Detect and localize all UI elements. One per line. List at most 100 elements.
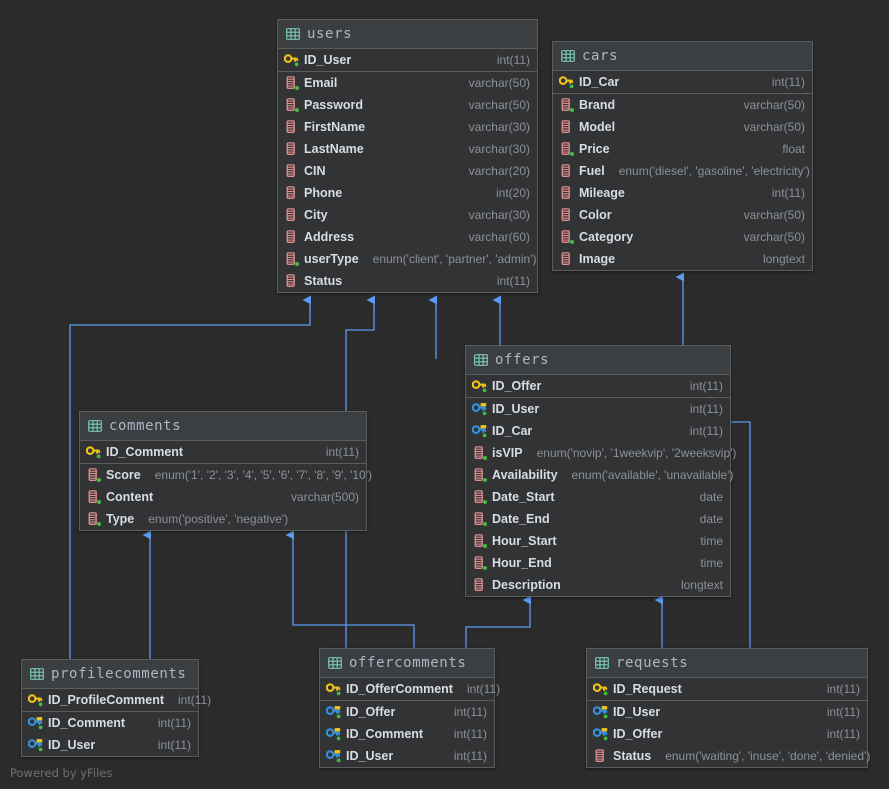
table-requests[interactable]: requests ID_Request int(11) ID_User int(11) I… <box>586 648 870 768</box>
column-name: Image <box>579 252 616 266</box>
column-icon <box>559 230 574 244</box>
column-row[interactable]: CIN varchar(20) <box>278 160 537 182</box>
foreign-key-icon <box>28 716 43 730</box>
column-row[interactable]: ID_Comment int(11) <box>320 723 494 745</box>
foreign-key-icon <box>472 424 487 438</box>
table-offers[interactable]: offers ID_Offer int(11) ID_User int(11) ID_Ca… <box>465 345 736 597</box>
column-row[interactable]: Availability enum('available', 'unavailab… <box>466 464 733 486</box>
column-row[interactable]: ID_User int(11) <box>22 734 198 756</box>
table-header[interactable]: profilecomments <box>22 660 198 689</box>
table-header[interactable]: comments <box>80 412 366 441</box>
primary-key-group: ID_Car int(11) <box>553 71 812 94</box>
column-row[interactable]: Password varchar(50) <box>278 94 537 116</box>
column-row[interactable]: LastName varchar(30) <box>278 138 537 160</box>
table-icon <box>328 656 342 670</box>
table-header[interactable]: requests <box>587 649 867 678</box>
column-row[interactable]: Image longtext <box>553 248 812 270</box>
column-row[interactable]: Color varchar(50) <box>553 204 812 226</box>
column-row[interactable]: ID_User int(11) <box>466 398 730 420</box>
column-row[interactable]: FirstName varchar(30) <box>278 116 537 138</box>
column-row[interactable]: ID_User int(11) <box>587 701 867 723</box>
primary-key-row[interactable]: ID_OfferComment int(11) <box>320 678 500 700</box>
table-header[interactable]: cars <box>553 42 812 71</box>
column-row[interactable]: Model varchar(50) <box>553 116 812 138</box>
table-users[interactable]: users ID_User int(11) Email varchar(50) Passw… <box>277 19 538 293</box>
column-icon <box>559 186 573 200</box>
column-row[interactable]: Content varchar(500) <box>80 486 366 508</box>
column-type: int(11) <box>496 53 530 67</box>
column-name: Email <box>304 76 338 90</box>
primary-key-group: ID_ProfileComment int(11) <box>22 689 211 712</box>
edge-offercomments-ID_Offer-to-offers <box>465 595 531 648</box>
column-group: Brand varchar(50) Model varchar(50) Price flo… <box>553 94 812 270</box>
column-row[interactable]: Price float <box>553 138 812 160</box>
column-row[interactable]: Status int(11) <box>278 270 537 292</box>
column-type: int(20) <box>495 186 530 200</box>
column-type: int(11) <box>689 402 723 416</box>
column-row[interactable]: Hour_End time <box>466 552 730 574</box>
column-group: Score enum('1', '2', '3', '4', '5', '6', … <box>80 464 372 530</box>
column-type: varchar(30) <box>468 120 530 134</box>
table-profilecomments[interactable]: profilecomments ID_ProfileComment int(11) I… <box>21 659 211 757</box>
column-row[interactable]: Date_End date <box>466 508 730 530</box>
column-type: varchar(30) <box>468 208 530 222</box>
column-row[interactable]: ID_Offer int(11) <box>587 723 867 745</box>
column-type: int(11) <box>689 424 723 438</box>
column-row[interactable]: ID_Comment int(11) <box>22 712 198 734</box>
column-row[interactable]: Fuel enum('diesel', 'gasoline', 'electric… <box>553 160 812 182</box>
column-row[interactable]: Mileage int(11) <box>553 182 812 204</box>
primary-key-group: ID_Offer int(11) <box>466 375 730 398</box>
column-name: Date_End <box>492 512 550 526</box>
table-header[interactable]: offercomments <box>320 649 494 678</box>
column-name: Score <box>106 468 141 482</box>
column-row[interactable]: City varchar(30) <box>278 204 537 226</box>
table-icon <box>595 656 609 670</box>
column-type: enum('available', 'unavailable') <box>571 468 734 482</box>
column-name: ID_Comment <box>106 445 184 459</box>
column-row[interactable]: Category varchar(50) <box>553 226 812 248</box>
column-row[interactable]: Hour_Start time <box>466 530 730 552</box>
column-icon <box>284 274 298 288</box>
column-name: ID_User <box>304 53 352 67</box>
column-type: time <box>700 534 723 548</box>
table-comments[interactable]: comments ID_Comment int(11) Score enum('1', … <box>79 411 372 531</box>
column-row[interactable]: Email varchar(50) <box>278 72 537 94</box>
primary-key-row[interactable]: ID_Car int(11) <box>553 71 812 93</box>
table-offercomments[interactable]: offercomments ID_OfferComment int(11) ID_Of… <box>319 648 500 768</box>
column-type: int(11) <box>453 705 487 719</box>
primary-key-icon <box>28 693 43 707</box>
table-header[interactable]: offers <box>466 346 730 375</box>
column-row[interactable]: userType enum('client', 'partner', 'admin… <box>278 248 537 270</box>
primary-key-row[interactable]: ID_Comment int(11) <box>80 441 366 463</box>
table-name: users <box>307 26 353 42</box>
foreign-key-icon <box>593 705 608 719</box>
column-type: enum('positive', 'negative') <box>148 512 289 526</box>
primary-key-row[interactable]: ID_Offer int(11) <box>466 375 730 397</box>
column-name: ID_Offer <box>346 705 396 719</box>
primary-key-group: ID_OfferComment int(11) <box>320 678 500 701</box>
column-row[interactable]: Phone int(20) <box>278 182 537 204</box>
column-row[interactable]: ID_Car int(11) <box>466 420 730 442</box>
column-row[interactable]: isVIP enum('novip', '1weekvip', '2weeksvi… <box>466 442 736 464</box>
primary-key-row[interactable]: ID_ProfileComment int(11) <box>22 689 211 711</box>
primary-key-row[interactable]: ID_User int(11) <box>278 49 537 71</box>
column-icon <box>86 512 101 526</box>
column-row[interactable]: Description longtext <box>466 574 730 596</box>
column-name: ID_User <box>492 402 540 416</box>
column-row[interactable]: Address varchar(60) <box>278 226 537 248</box>
column-name: Password <box>304 98 364 112</box>
column-row[interactable]: ID_Offer int(11) <box>320 701 494 723</box>
yfiles-watermark: Powered by yFiles <box>10 766 113 780</box>
column-row[interactable]: Date_Start date <box>466 486 730 508</box>
column-row[interactable]: ID_User int(11) <box>320 745 494 767</box>
column-row[interactable]: Score enum('1', '2', '3', '4', '5', '6', … <box>80 464 372 486</box>
table-cars[interactable]: cars ID_Car int(11) Brand varchar(50) Model va… <box>552 41 813 271</box>
column-type: time <box>700 556 723 570</box>
column-row[interactable]: Type enum('positive', 'negative') <box>80 508 366 530</box>
primary-key-row[interactable]: ID_Request int(11) <box>587 678 867 700</box>
column-type: int(11) <box>826 682 860 696</box>
table-header[interactable]: users <box>278 20 537 49</box>
column-row[interactable]: Status enum('waiting', 'inuse', 'done', '… <box>587 745 870 767</box>
column-row[interactable]: Brand varchar(50) <box>553 94 812 116</box>
column-name: Brand <box>579 98 616 112</box>
